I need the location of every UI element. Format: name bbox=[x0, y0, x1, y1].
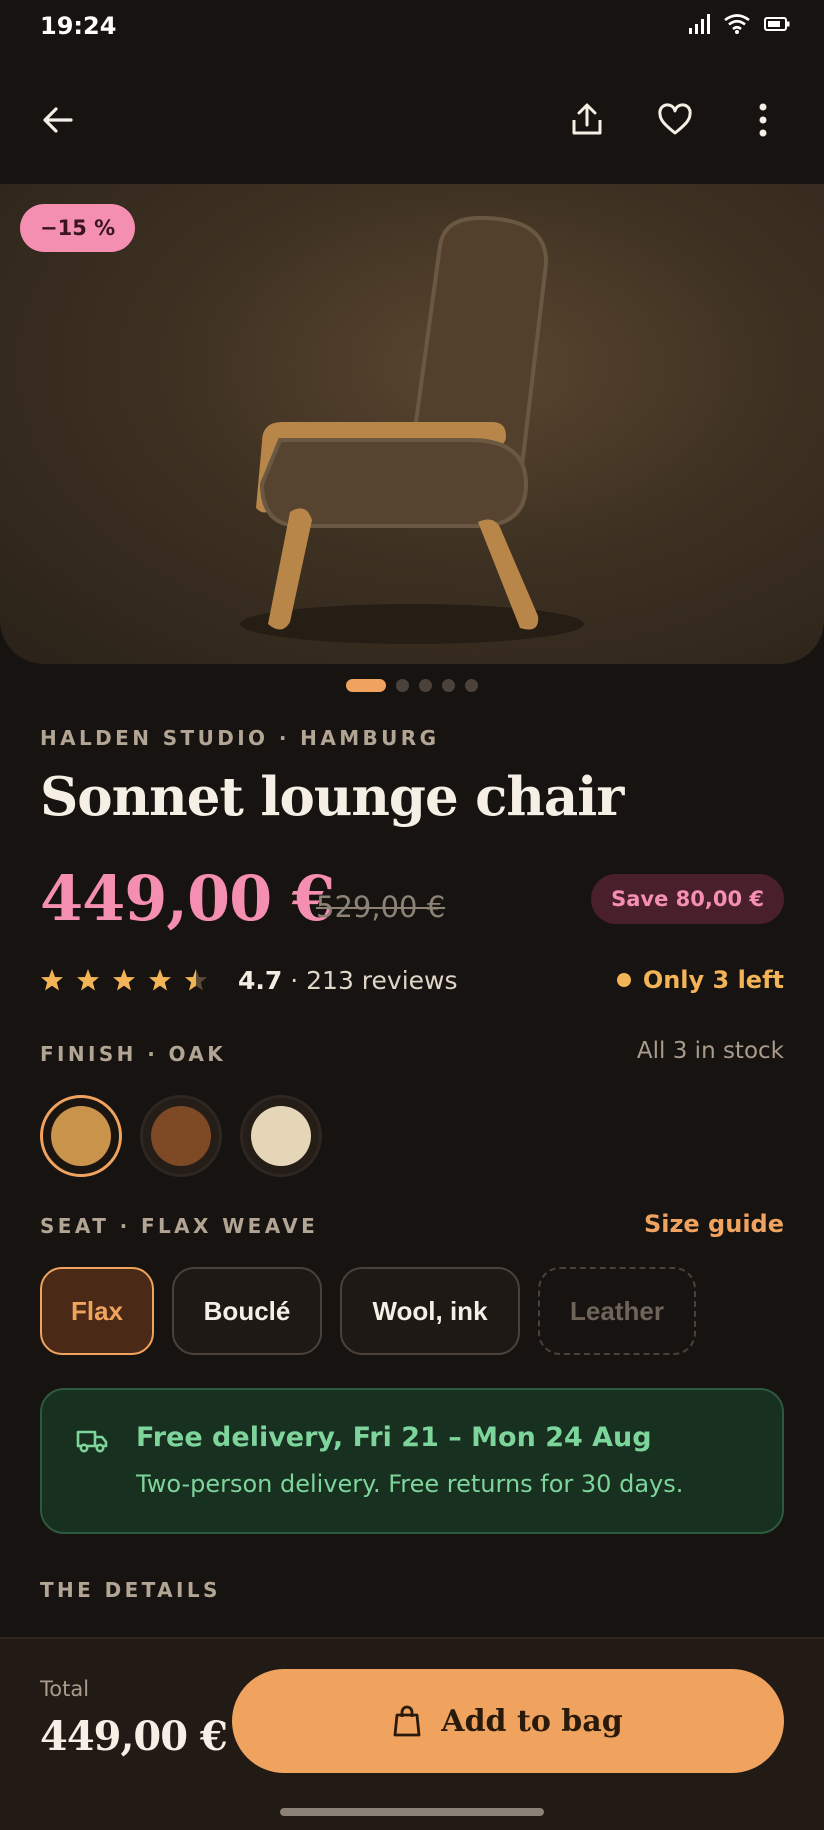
review-count: · 213 reviews bbox=[290, 966, 458, 995]
swatch-ash[interactable] bbox=[240, 1095, 322, 1177]
swatch-oak[interactable] bbox=[40, 1095, 122, 1177]
add-to-bag-button[interactable]: Add to bag bbox=[232, 1669, 784, 1773]
seat-option-boucle[interactable]: Bouclé bbox=[172, 1267, 322, 1355]
seat-option-wool-ink[interactable]: Wool, ink bbox=[340, 1267, 520, 1355]
delivery-title: Free delivery, Fri 21 – Mon 24 Aug bbox=[136, 1422, 652, 1453]
brand-label: HALDEN STUDIO · HAMBURG bbox=[40, 726, 440, 750]
swatch-color bbox=[251, 1106, 311, 1166]
swatch-walnut[interactable] bbox=[140, 1095, 222, 1177]
share-button[interactable] bbox=[557, 90, 617, 150]
carousel-dot[interactable] bbox=[442, 679, 455, 692]
top-app-bar bbox=[0, 72, 824, 168]
rating-value: 4.7 bbox=[238, 966, 283, 995]
delivery-subtitle: Two-person delivery. Free returns for 30… bbox=[136, 1470, 684, 1498]
finish-label: FINISH · OAK bbox=[40, 1042, 227, 1066]
details-label: THE DETAILS bbox=[40, 1578, 221, 1602]
chair-illustration bbox=[240, 215, 584, 644]
seat-option-leather: Leather bbox=[538, 1267, 696, 1355]
carousel-dot[interactable] bbox=[465, 679, 478, 692]
home-indicator[interactable] bbox=[280, 1808, 544, 1816]
swatch-color bbox=[51, 1106, 111, 1166]
rating-summary[interactable]: 4.7 · 213 reviews bbox=[238, 966, 458, 995]
stock-indicator: Only 3 left bbox=[616, 966, 784, 994]
stock-text: Only 3 left bbox=[642, 966, 784, 994]
battery-icon bbox=[764, 16, 790, 36]
share-icon bbox=[572, 103, 602, 135]
more-options-button[interactable] bbox=[733, 90, 793, 150]
star-icon bbox=[113, 969, 135, 991]
total-value: 449,00 € bbox=[40, 1713, 228, 1760]
truck-icon bbox=[76, 1430, 108, 1453]
discount-badge: −15 % bbox=[20, 204, 136, 252]
star-rating[interactable] bbox=[40, 968, 208, 992]
carousel-dot[interactable] bbox=[419, 679, 432, 692]
shopping-bag-icon bbox=[393, 1705, 421, 1737]
back-button[interactable] bbox=[28, 90, 88, 150]
bottom-action-bar: Total 449,00 € Add to bag bbox=[0, 1637, 824, 1830]
star-icon bbox=[41, 969, 63, 991]
more-vertical-icon bbox=[759, 103, 767, 137]
favorite-button[interactable] bbox=[645, 90, 705, 150]
carousel-dot[interactable] bbox=[396, 679, 409, 692]
add-to-bag-label: Add to bag bbox=[441, 1703, 623, 1739]
heart-icon bbox=[658, 103, 692, 135]
signal-icon bbox=[688, 14, 710, 38]
status-icons bbox=[688, 14, 790, 38]
half-star-icon bbox=[185, 969, 207, 991]
original-price: 529,00 € bbox=[316, 890, 446, 924]
size-guide-link[interactable]: Size guide bbox=[644, 1210, 784, 1238]
finish-stock-text: All 3 in stock bbox=[636, 1038, 784, 1064]
delivery-banner: Free delivery, Fri 21 – Mon 24 Aug Two-p… bbox=[40, 1388, 784, 1534]
current-price: 449,00 € bbox=[40, 862, 335, 935]
stock-dot-icon bbox=[616, 973, 631, 987]
arrow-left-icon bbox=[43, 107, 73, 133]
savings-badge: Save 80,00 € bbox=[591, 874, 784, 924]
seat-option-flax[interactable]: Flax bbox=[40, 1267, 154, 1355]
wifi-icon bbox=[724, 14, 750, 38]
swatch-color bbox=[151, 1106, 211, 1166]
status-time: 19:24 bbox=[40, 12, 117, 40]
carousel-dot[interactable] bbox=[346, 679, 386, 692]
star-icon bbox=[77, 969, 99, 991]
product-hero-image[interactable]: −15 % bbox=[0, 184, 824, 664]
star-icon bbox=[149, 969, 171, 991]
total-label: Total bbox=[40, 1677, 90, 1701]
status-bar: 19:24 bbox=[0, 0, 824, 56]
seat-label: SEAT · FLAX WEAVE bbox=[40, 1214, 319, 1238]
product-title: Sonnet lounge chair bbox=[40, 766, 624, 828]
carousel-indicator bbox=[0, 679, 824, 692]
